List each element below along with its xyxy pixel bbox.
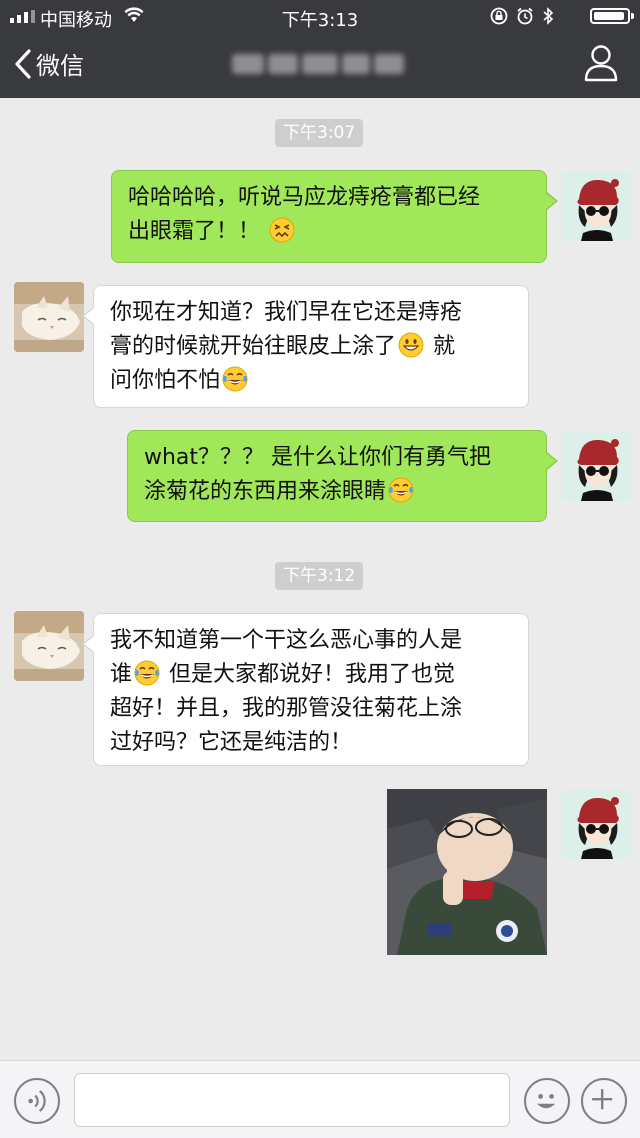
battery-icon [590,8,634,24]
message-text: 涂菊花的东西用来涂眼睛 [144,479,387,504]
confounded-face-emoji-icon [269,217,295,243]
input-bar [0,1060,640,1138]
message-bubble-sent[interactable]: what？？？ 是什么让你们有勇气把 涂菊花的东西用来涂眼睛 [127,430,558,522]
bluetooth-icon [543,7,554,25]
message-text: 过好吗？它还是纯洁的！ [110,730,353,755]
chevron-left-icon [15,48,31,79]
plus-icon[interactable] [581,1078,627,1124]
tears-of-joy-emoji-icon [222,366,248,392]
contact-avatar[interactable] [14,282,84,352]
top-bar: 中国移动 下午3:13 微信 [0,0,640,98]
message-bubble-received[interactable]: 我不知道第一个干这么恶心事的人是 谁 但是大家都说好！我用了也觉 超好！并且，我… [82,613,529,766]
message-bubble-received[interactable]: 你现在才知道？我们早在它还是痔疮 膏的时候就开始往眼皮上涂了 就 问你怕不怕 [82,285,529,408]
chat-info-button[interactable] [584,44,618,82]
timestamp: 下午3:12 [275,562,364,590]
message-bubble-sent[interactable]: 哈哈哈哈，听说马应龙痔疮膏都已经 出眼霜了！！ [111,170,558,263]
my-avatar[interactable] [561,171,631,241]
message-text: 我不知道第一个干这么恶心事的人是 [110,628,463,653]
message-text: 谁 [110,662,133,687]
message-text: 出眼霜了！！ [128,219,261,244]
status-bar: 中国移动 下午3:13 [0,0,640,32]
grinning-face-emoji-icon [398,332,424,358]
message-text: 你现在才知道？我们早在它还是痔疮 [110,300,463,325]
tears-of-joy-emoji-icon [388,477,414,503]
rotation-lock-icon [490,7,508,25]
thumbs-up-kid-sticker[interactable] [387,789,547,955]
message-text: 问你怕不怕 [110,368,221,393]
back-label: 微信 [36,52,84,80]
message-text: 就 [426,334,456,359]
message-text: what？？？ 是什么让你们有勇气把 [144,445,492,470]
my-avatar[interactable] [561,789,631,859]
timestamp: 下午3:07 [275,119,364,147]
message-text: 膏的时候就开始往眼皮上涂了 [110,334,397,359]
emoji-icon[interactable] [524,1078,570,1124]
tears-of-joy-emoji-icon [134,660,160,686]
nav-bar: 微信 [0,32,640,98]
back-button[interactable]: 微信 [14,46,84,81]
message-text: 超好！并且，我的那管没往菊花上涂 [110,696,463,721]
contact-avatar[interactable] [14,611,84,681]
message-input[interactable] [74,1073,510,1127]
chat-title-blurred [220,50,410,80]
message-text: 哈哈哈哈，听说马应龙痔疮膏都已经 [128,185,481,210]
alarm-icon [517,7,533,25]
voice-icon[interactable] [14,1078,60,1124]
my-avatar[interactable] [561,431,631,501]
message-text: 但是大家都说好！我用了也觉 [162,662,456,687]
